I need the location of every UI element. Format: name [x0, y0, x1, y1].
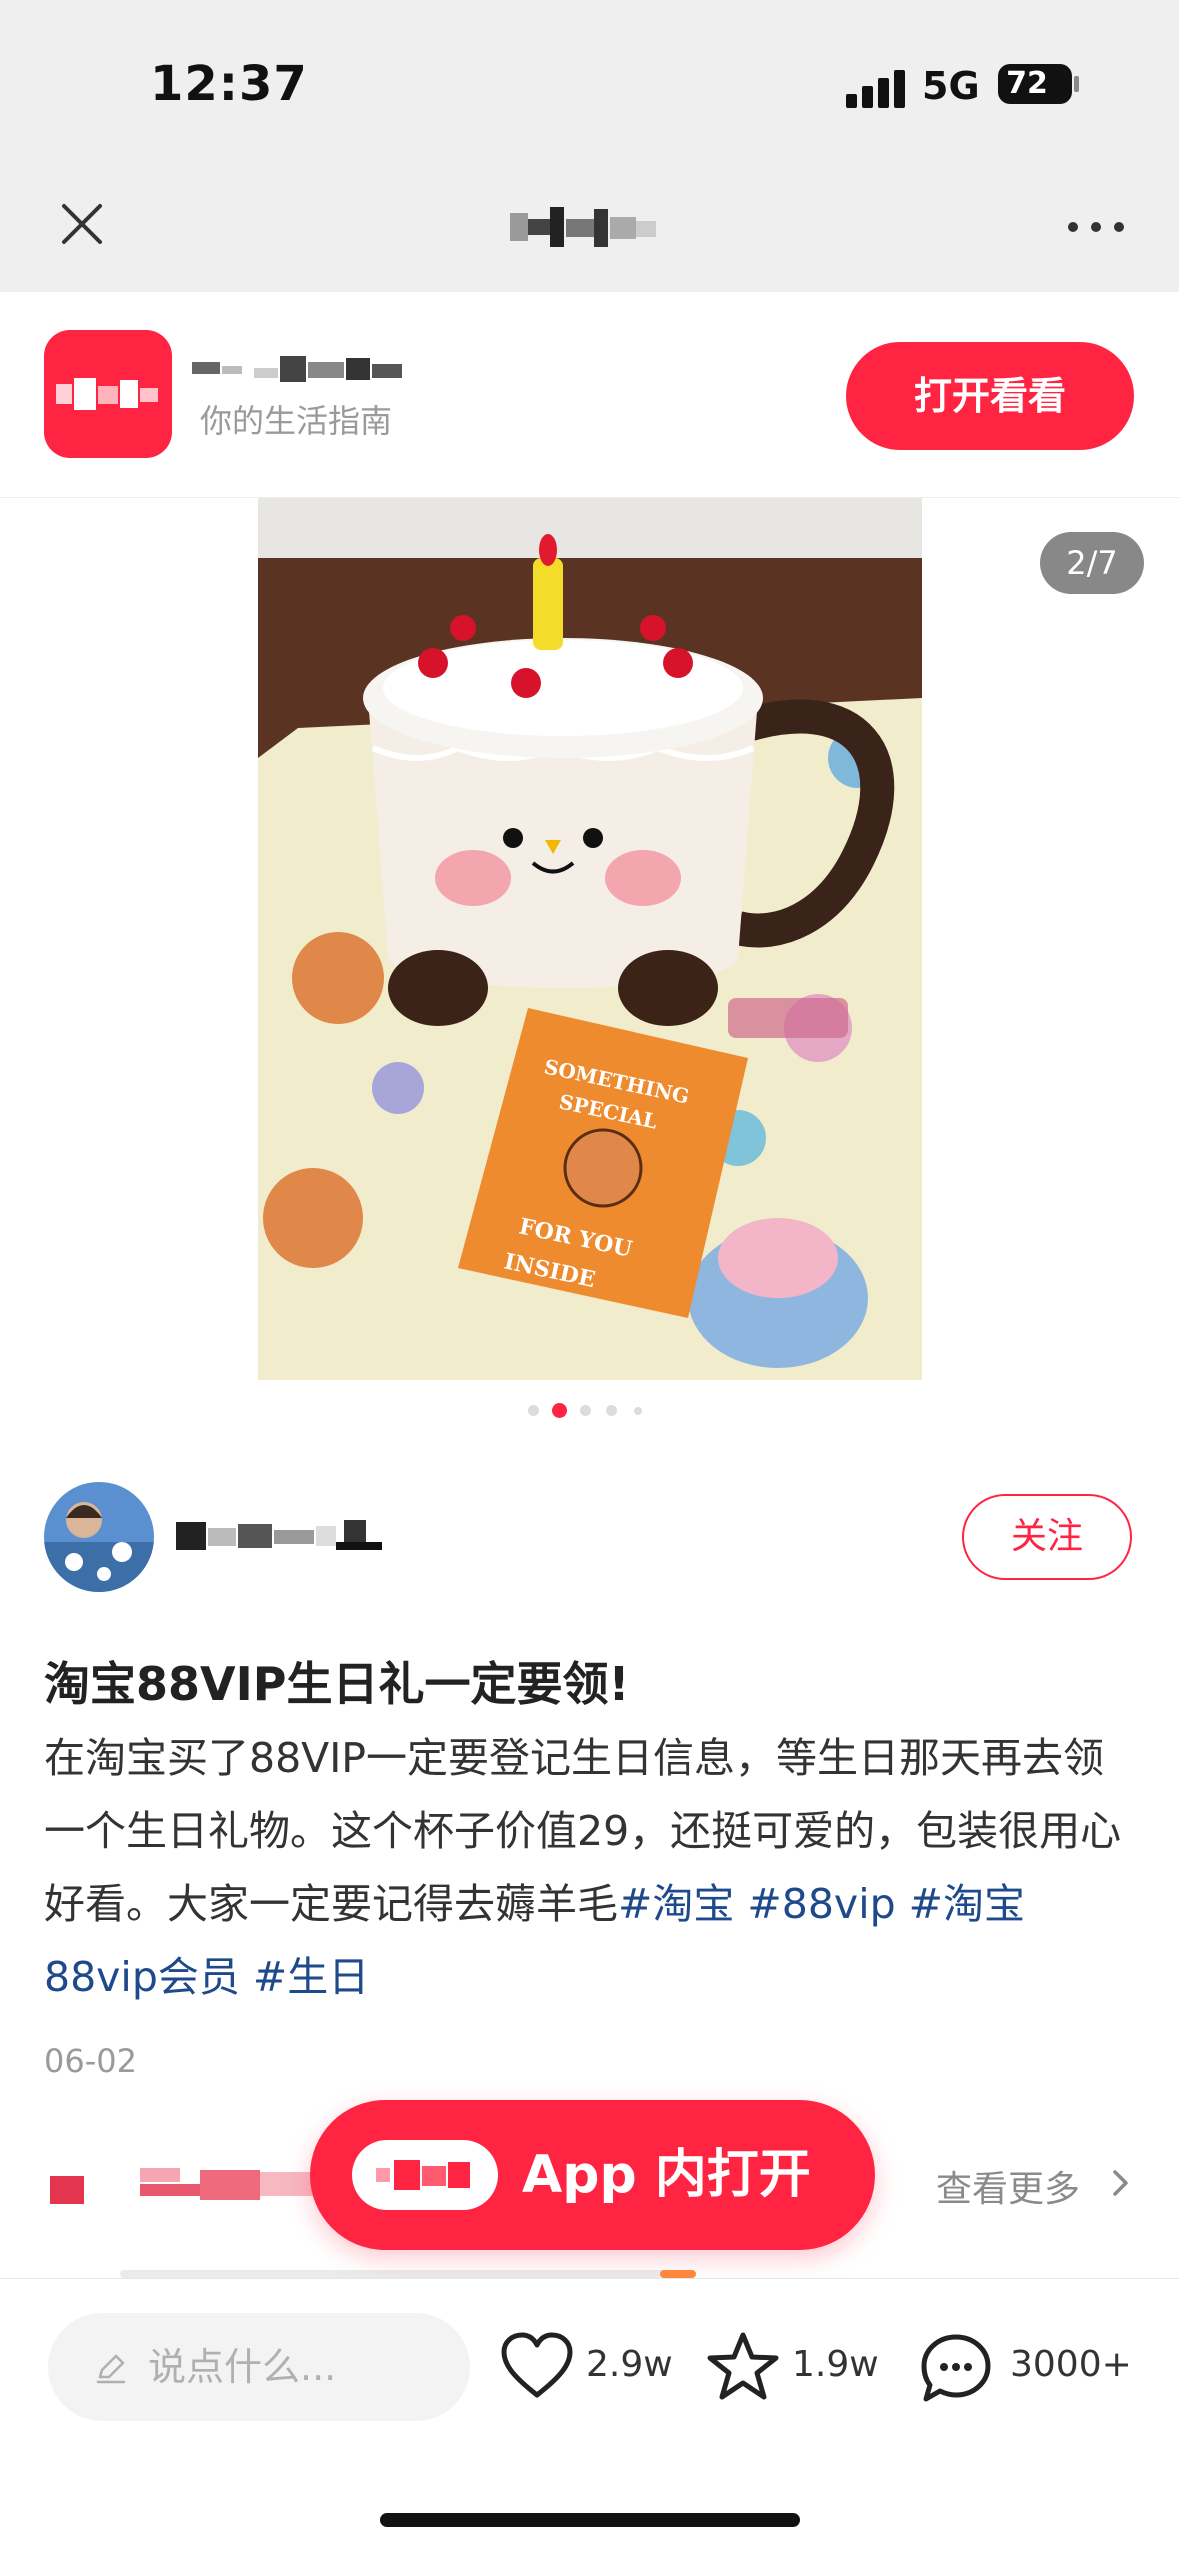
image-carousel[interactable]: SOMETHING SPECIAL FOR YOU INSIDE 2/7: [0, 498, 1179, 1380]
carousel-dot: [528, 1405, 539, 1416]
app-logo-text-blurred: [56, 378, 158, 410]
carousel-dot-active: [552, 1403, 567, 1418]
comment-bubble-icon: [921, 2334, 991, 2402]
partial-content-line: [120, 2270, 680, 2278]
post-photo[interactable]: SOMETHING SPECIAL FOR YOU INSIDE: [258, 498, 922, 1380]
home-indicator: [380, 2513, 800, 2527]
comment-placeholder: 说点什么...: [148, 2345, 337, 2389]
app-subtitle: 你的生活指南: [200, 402, 393, 440]
post-title: 淘宝88VIP生日礼一定要领!: [44, 1657, 630, 1711]
like-button[interactable]: 2.9w: [500, 2325, 680, 2405]
chevron-right-icon[interactable]: [1112, 2168, 1130, 2198]
network-type: 5G: [922, 64, 980, 108]
comment-input[interactable]: 说点什么...: [48, 2313, 470, 2421]
follow-button[interactable]: 关注: [962, 1494, 1132, 1580]
carousel-dot: [634, 1407, 642, 1415]
close-icon[interactable]: [58, 200, 106, 248]
hashtag-link[interactable]: #生日: [253, 1953, 369, 2001]
app-download-banner: 你的生活指南 打开看看: [0, 292, 1179, 498]
battery-level: 72: [1006, 66, 1048, 101]
heart-icon: [501, 2332, 573, 2398]
signal-icon: [846, 68, 906, 108]
open-in-app-label: App 内打开: [522, 2145, 811, 2205]
nav-title-blurred: [510, 207, 656, 247]
open-in-app-button[interactable]: App 内打开: [310, 2100, 875, 2250]
hashtag-link[interactable]: #淘宝: [618, 1880, 734, 1928]
app-logo-blurred: [376, 2160, 470, 2190]
top-header-area: 12:37 5G 72: [0, 0, 1179, 292]
more-dots-icon[interactable]: [1068, 220, 1124, 234]
comment-button[interactable]: 3000+: [918, 2325, 1138, 2405]
battery-icon: 72: [998, 64, 1072, 104]
post-date: 06-02: [44, 2042, 137, 2080]
app-logo: [44, 330, 172, 458]
open-app-button[interactable]: 打开看看: [846, 342, 1134, 450]
favorite-button[interactable]: 1.9w: [706, 2325, 886, 2405]
related-item-blurred: [50, 2168, 320, 2204]
battery-cap: [1074, 76, 1079, 92]
comment-count: 3000+: [1010, 2344, 1132, 2385]
favorite-count: 1.9w: [792, 2344, 879, 2385]
page-indicator-badge: 2/7: [1040, 532, 1144, 594]
partial-content-mark: [660, 2270, 696, 2278]
hashtag-link[interactable]: #88vip: [747, 1880, 895, 1928]
status-time: 12:37: [150, 56, 308, 112]
app-name-blurred: [192, 356, 402, 382]
post-body: 在淘宝买了88VIP一定要登记生日信息，等生日那天再去领一个生日礼物。这个杯子价…: [44, 1722, 1134, 2014]
author-name-blurred: [176, 1520, 382, 1550]
carousel-dots: [526, 1402, 656, 1418]
like-count: 2.9w: [586, 2344, 673, 2385]
app-open-pill: [352, 2140, 498, 2210]
carousel-dot: [580, 1405, 591, 1416]
view-more-link[interactable]: 查看更多: [936, 2160, 1080, 2212]
author-avatar[interactable]: [44, 1482, 154, 1592]
star-icon: [707, 2332, 779, 2400]
carousel-dot: [606, 1405, 617, 1416]
pencil-icon: [96, 2354, 126, 2384]
